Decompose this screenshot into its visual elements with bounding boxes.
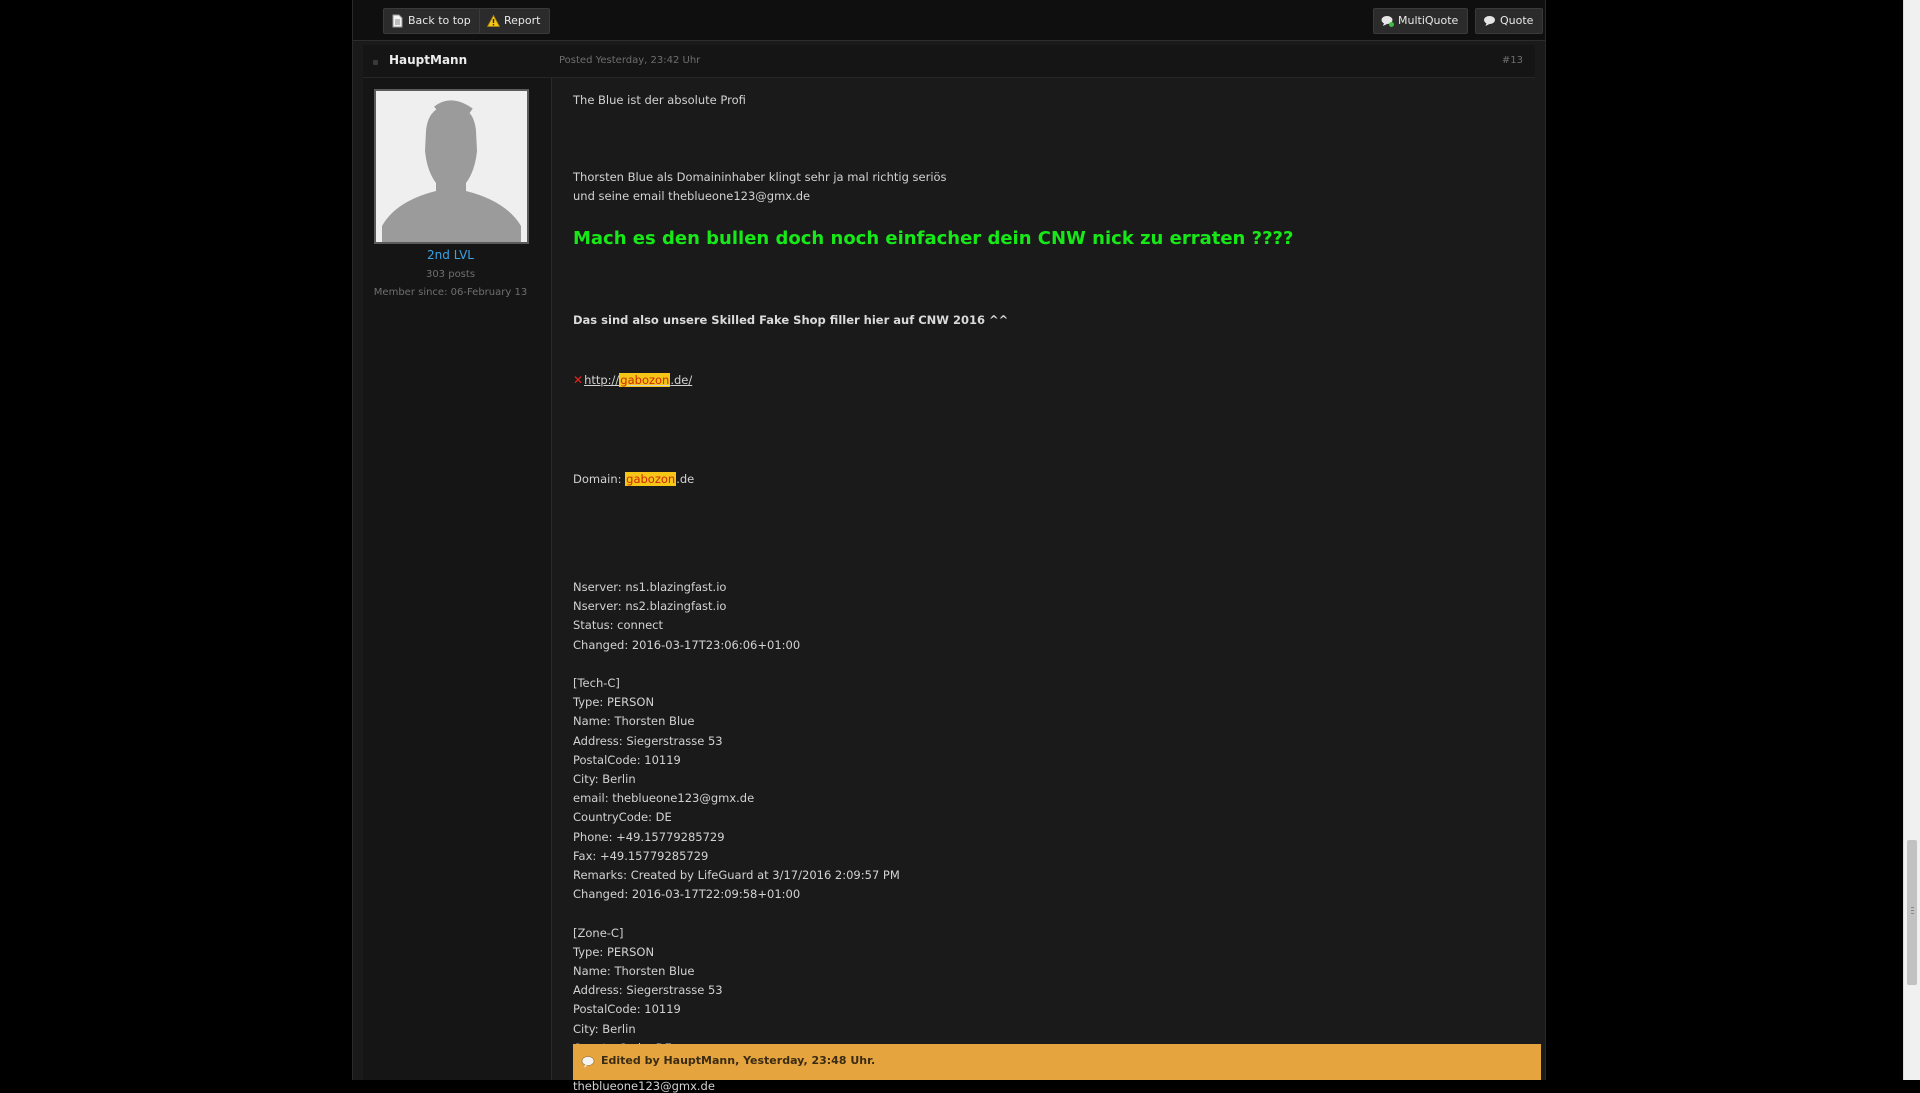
whois-line: [Tech-C] <box>573 676 620 690</box>
whois-line: Address: Siegerstrasse 53 <box>573 733 723 748</box>
member-since: Member since: 06-February 13 <box>373 287 528 298</box>
edited-notice: Edited by HauptMann, Yesterday, 23:48 Uh… <box>573 1044 1541 1080</box>
edited-text: Edited by HauptMann, Yesterday, 23:48 Uh… <box>601 1054 876 1067</box>
whois-line: Type: PERSON <box>573 695 655 710</box>
warning-icon <box>487 14 500 27</box>
speech-bubble-icon <box>1484 16 1495 26</box>
multiquote-icon <box>1381 16 1394 27</box>
default-avatar-icon <box>376 91 527 242</box>
multiquote-label: MultiQuote <box>1398 14 1459 27</box>
grip-icon <box>1911 907 1914 908</box>
whois-line: Phone: +49.15779285729 <box>573 829 725 844</box>
post-text-line: The Blue ist der absolute Profi <box>573 93 746 107</box>
whois-line: theblueone123@gmx.de <box>573 1079 715 1093</box>
report-label: Report <box>504 14 541 27</box>
back-to-top-label: Back to top <box>408 14 471 27</box>
whois-line: PostalCode: 10119 <box>573 1002 681 1017</box>
whois-line: Nserver: ns2.blazingfast.io <box>573 599 727 614</box>
post-text-line: Thorsten Blue als Domaininhaber klingt s… <box>573 170 947 184</box>
whois-line: Remarks: Created by LifeGuard at 3/17/20… <box>573 868 900 882</box>
whois-line: Fax: +49.15779285729 <box>573 848 709 863</box>
whois-line: Nserver: ns1.blazingfast.io <box>573 580 727 594</box>
avatar[interactable] <box>374 89 529 244</box>
search-highlight: gabozon <box>625 472 677 486</box>
user-post-count: 303 posts <box>425 269 476 280</box>
multiquote-button[interactable]: MultiQuote <box>1373 8 1469 34</box>
whois-domain: Domain: gabozon.de <box>573 472 695 486</box>
whois-line: Name: Thorsten Blue <box>573 714 695 729</box>
whois-line: Changed: 2016-03-17T22:09:58+01:00 <box>573 887 801 902</box>
whois-line: email: theblueone123@gmx.de <box>573 791 755 806</box>
whois-line: CountryCode: DE <box>573 810 672 825</box>
broken-image-icon: ✕ <box>573 373 584 387</box>
scrollbar-thumb[interactable] <box>1907 840 1917 985</box>
gabozon-link[interactable]: http://gabozon.de/ <box>584 373 692 387</box>
post-header: HauptMann Posted Yesterday, 23:42 Uhr #1… <box>363 45 1535 78</box>
post-text-line: und seine email theblueone123@gmx.de <box>573 189 811 203</box>
whois-line: Changed: 2016-03-17T23:06:06+01:00 <box>573 637 801 652</box>
post-date: Posted Yesterday, 23:42 Uhr <box>559 55 701 66</box>
post-bold-text: Das sind also unsere Skilled Fake Shop f… <box>573 313 1009 327</box>
whois-line: City: Berlin <box>573 772 636 786</box>
edit-note-icon <box>581 1056 595 1068</box>
offline-status-icon <box>373 60 378 65</box>
quote-label: Quote <box>1500 14 1534 27</box>
vertical-scrollbar[interactable] <box>1903 0 1920 1080</box>
post-toolbar: Back to top Report MultiQuote Quote <box>353 0 1545 41</box>
whois-line: PostalCode: 10119 <box>573 752 681 767</box>
domain-link-row: ✕http://gabozon.de/ <box>573 373 692 387</box>
whois-line: [Zone-C] <box>573 925 624 940</box>
post-headline: Mach es den bullen doch noch einfacher d… <box>573 228 1294 249</box>
whois-line: City: Berlin <box>573 1021 636 1036</box>
post-body: The Blue ist der absolute Profi Thorsten… <box>561 78 1541 1093</box>
back-to-top-button[interactable]: Back to top <box>383 8 481 34</box>
author-sidebar: 2nd LVL 303 posts Member since: 06-Febru… <box>363 78 552 1080</box>
report-button[interactable]: Report <box>479 8 551 34</box>
search-highlight: gabozon <box>619 373 671 387</box>
quote-button[interactable]: Quote <box>1475 8 1544 34</box>
post-number-link[interactable]: #13 <box>1502 55 1523 66</box>
page-icon <box>392 14 403 28</box>
whois-line: Name: Thorsten Blue <box>573 964 695 978</box>
forum-page: Back to top Report MultiQuote Quote Haup… <box>352 0 1546 1093</box>
whois-line: Address: Siegerstrasse 53 <box>573 983 723 998</box>
user-rank: 2nd LVL <box>427 248 474 262</box>
post-author[interactable]: HauptMann <box>389 53 467 67</box>
whois-line: Type: PERSON <box>573 944 655 959</box>
whois-line: Status: connect <box>573 618 664 633</box>
